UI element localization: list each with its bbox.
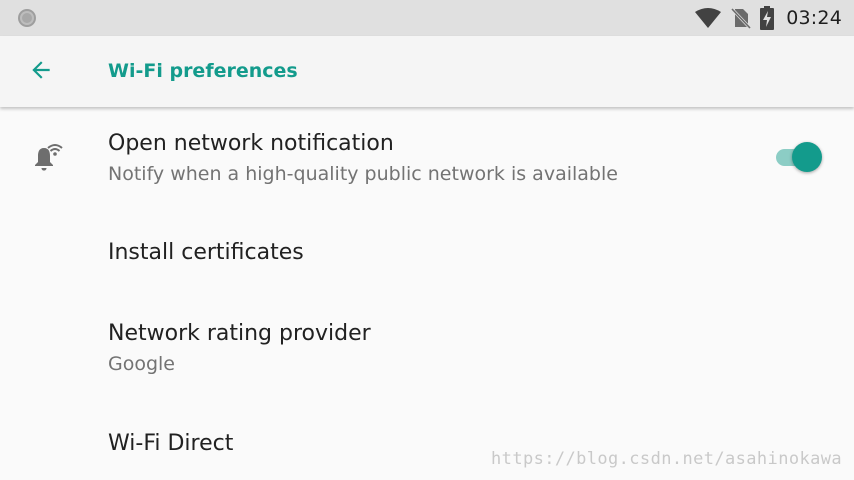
wifi-signal-icon [694,7,722,29]
status-icons: 03:24 [686,0,842,36]
pref-summary: Google [108,353,176,375]
settings-screen: 03:24 Wi-Fi preferences Open network not… [0,0,854,480]
watermark: https://blog.csdn.net/asahinokawa [491,449,842,469]
toggle-thumb [792,142,822,172]
pref-install-certificates[interactable]: Install certificates [0,201,854,281]
wifi-notification-bell-icon [30,140,66,176]
page-title: Wi-Fi preferences [108,60,298,82]
status-bar: 03:24 [0,0,854,36]
no-sim-icon [730,7,752,29]
status-time: 03:24 [786,7,842,29]
battery-charging-icon [760,6,775,30]
pref-title: Wi-Fi Direct [108,431,234,456]
pref-network-rating-provider[interactable]: Network rating provider Google [0,281,854,391]
arrow-back-icon [28,57,54,88]
back-button[interactable] [20,51,62,93]
pref-summary: Notify when a high-quality public networ… [108,163,618,185]
pref-title: Network rating provider [108,321,371,346]
app-bar: Wi-Fi preferences [0,36,854,107]
notification-dot-icon [17,8,37,28]
pref-open-network-notification[interactable]: Open network notification Notify when a … [0,107,854,201]
pref-title: Install certificates [108,240,304,265]
open-network-notification-toggle[interactable] [772,140,826,172]
pref-title: Open network notification [108,131,394,156]
